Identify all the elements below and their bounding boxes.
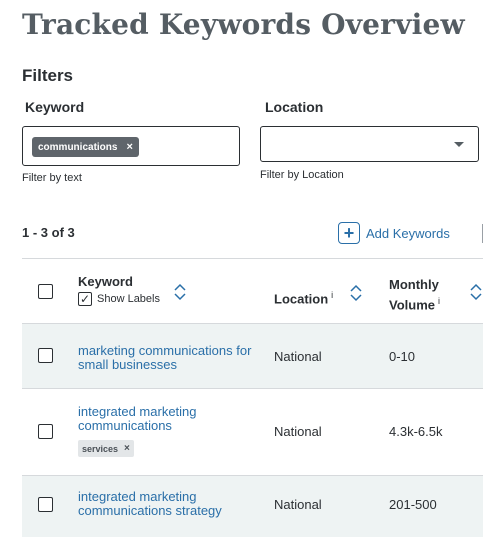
show-labels-checkbox[interactable]: ✓ <box>78 292 92 306</box>
keyword-filter-helper: Filter by text <box>22 172 82 184</box>
location-cell: National <box>274 497 322 512</box>
row-checkbox[interactable] <box>38 348 53 363</box>
keyword-filter-chip-label: communications <box>38 141 118 153</box>
location-filter-select[interactable] <box>260 126 479 162</box>
add-keywords-button[interactable]: + Add Keywords <box>338 222 450 244</box>
keyword-filter-label: Keyword <box>25 99 85 115</box>
chevron-down-icon[interactable] <box>454 142 464 147</box>
location-filter-helper: Filter by Location <box>260 169 344 181</box>
table-row: marketing communications for small busin… <box>22 323 483 388</box>
info-icon[interactable]: i <box>438 296 440 306</box>
sort-icon[interactable] <box>349 283 363 303</box>
volume-cell: 4.3k-6.5k <box>389 424 443 439</box>
volume-cell: 201-500 <box>389 497 437 512</box>
table-header-row: Keyword ✓ Show Labels Location i Monthly … <box>22 258 483 323</box>
keyword-column-header[interactable]: Keyword <box>78 274 133 290</box>
volume-cell: 0-10 <box>389 349 416 364</box>
keyword-link[interactable]: marketing communications for small busin… <box>78 344 253 372</box>
table-row: integrated marketing communications serv… <box>22 388 483 475</box>
plus-icon: + <box>338 222 360 244</box>
remove-label-icon[interactable]: × <box>124 443 130 454</box>
location-cell: National <box>274 349 322 364</box>
sort-icon[interactable] <box>469 282 483 302</box>
show-labels-toggle[interactable]: ✓ Show Labels <box>78 292 160 306</box>
row-checkbox[interactable] <box>38 497 53 512</box>
row-checkbox[interactable] <box>38 424 53 439</box>
table-row: integrated marketing communications stra… <box>22 475 483 537</box>
location-filter-label: Location <box>265 99 324 115</box>
sort-icon[interactable] <box>173 282 187 302</box>
keyword-link[interactable]: integrated marketing communications stra… <box>78 490 243 518</box>
location-header-label: Location <box>274 291 329 307</box>
filters-heading: Filters <box>22 66 74 85</box>
location-column-header[interactable]: Location i <box>274 287 333 307</box>
keyword-link[interactable]: integrated marketing communications <box>78 405 228 433</box>
keyword-filter-chip: communications × <box>32 137 139 157</box>
volume-column-header[interactable]: Monthly Volume i <box>389 277 449 313</box>
info-icon[interactable]: i <box>331 290 333 300</box>
location-cell: National <box>274 424 322 439</box>
result-count: 1 - 3 of 3 <box>22 225 75 240</box>
keywords-table: Keyword ✓ Show Labels Location i Monthly … <box>22 258 483 537</box>
volume-header-label: Monthly Volume <box>389 277 439 313</box>
keyword-label-text: services <box>82 443 119 454</box>
page-title: Tracked Keywords Overview <box>22 8 465 41</box>
keyword-filter-input[interactable]: communications × <box>22 126 240 166</box>
remove-chip-icon[interactable]: × <box>126 141 132 153</box>
select-all-checkbox[interactable] <box>38 284 53 299</box>
show-labels-label: Show Labels <box>97 293 160 305</box>
keyword-label-chip: services × <box>78 440 134 457</box>
add-keywords-label: Add Keywords <box>366 225 450 241</box>
